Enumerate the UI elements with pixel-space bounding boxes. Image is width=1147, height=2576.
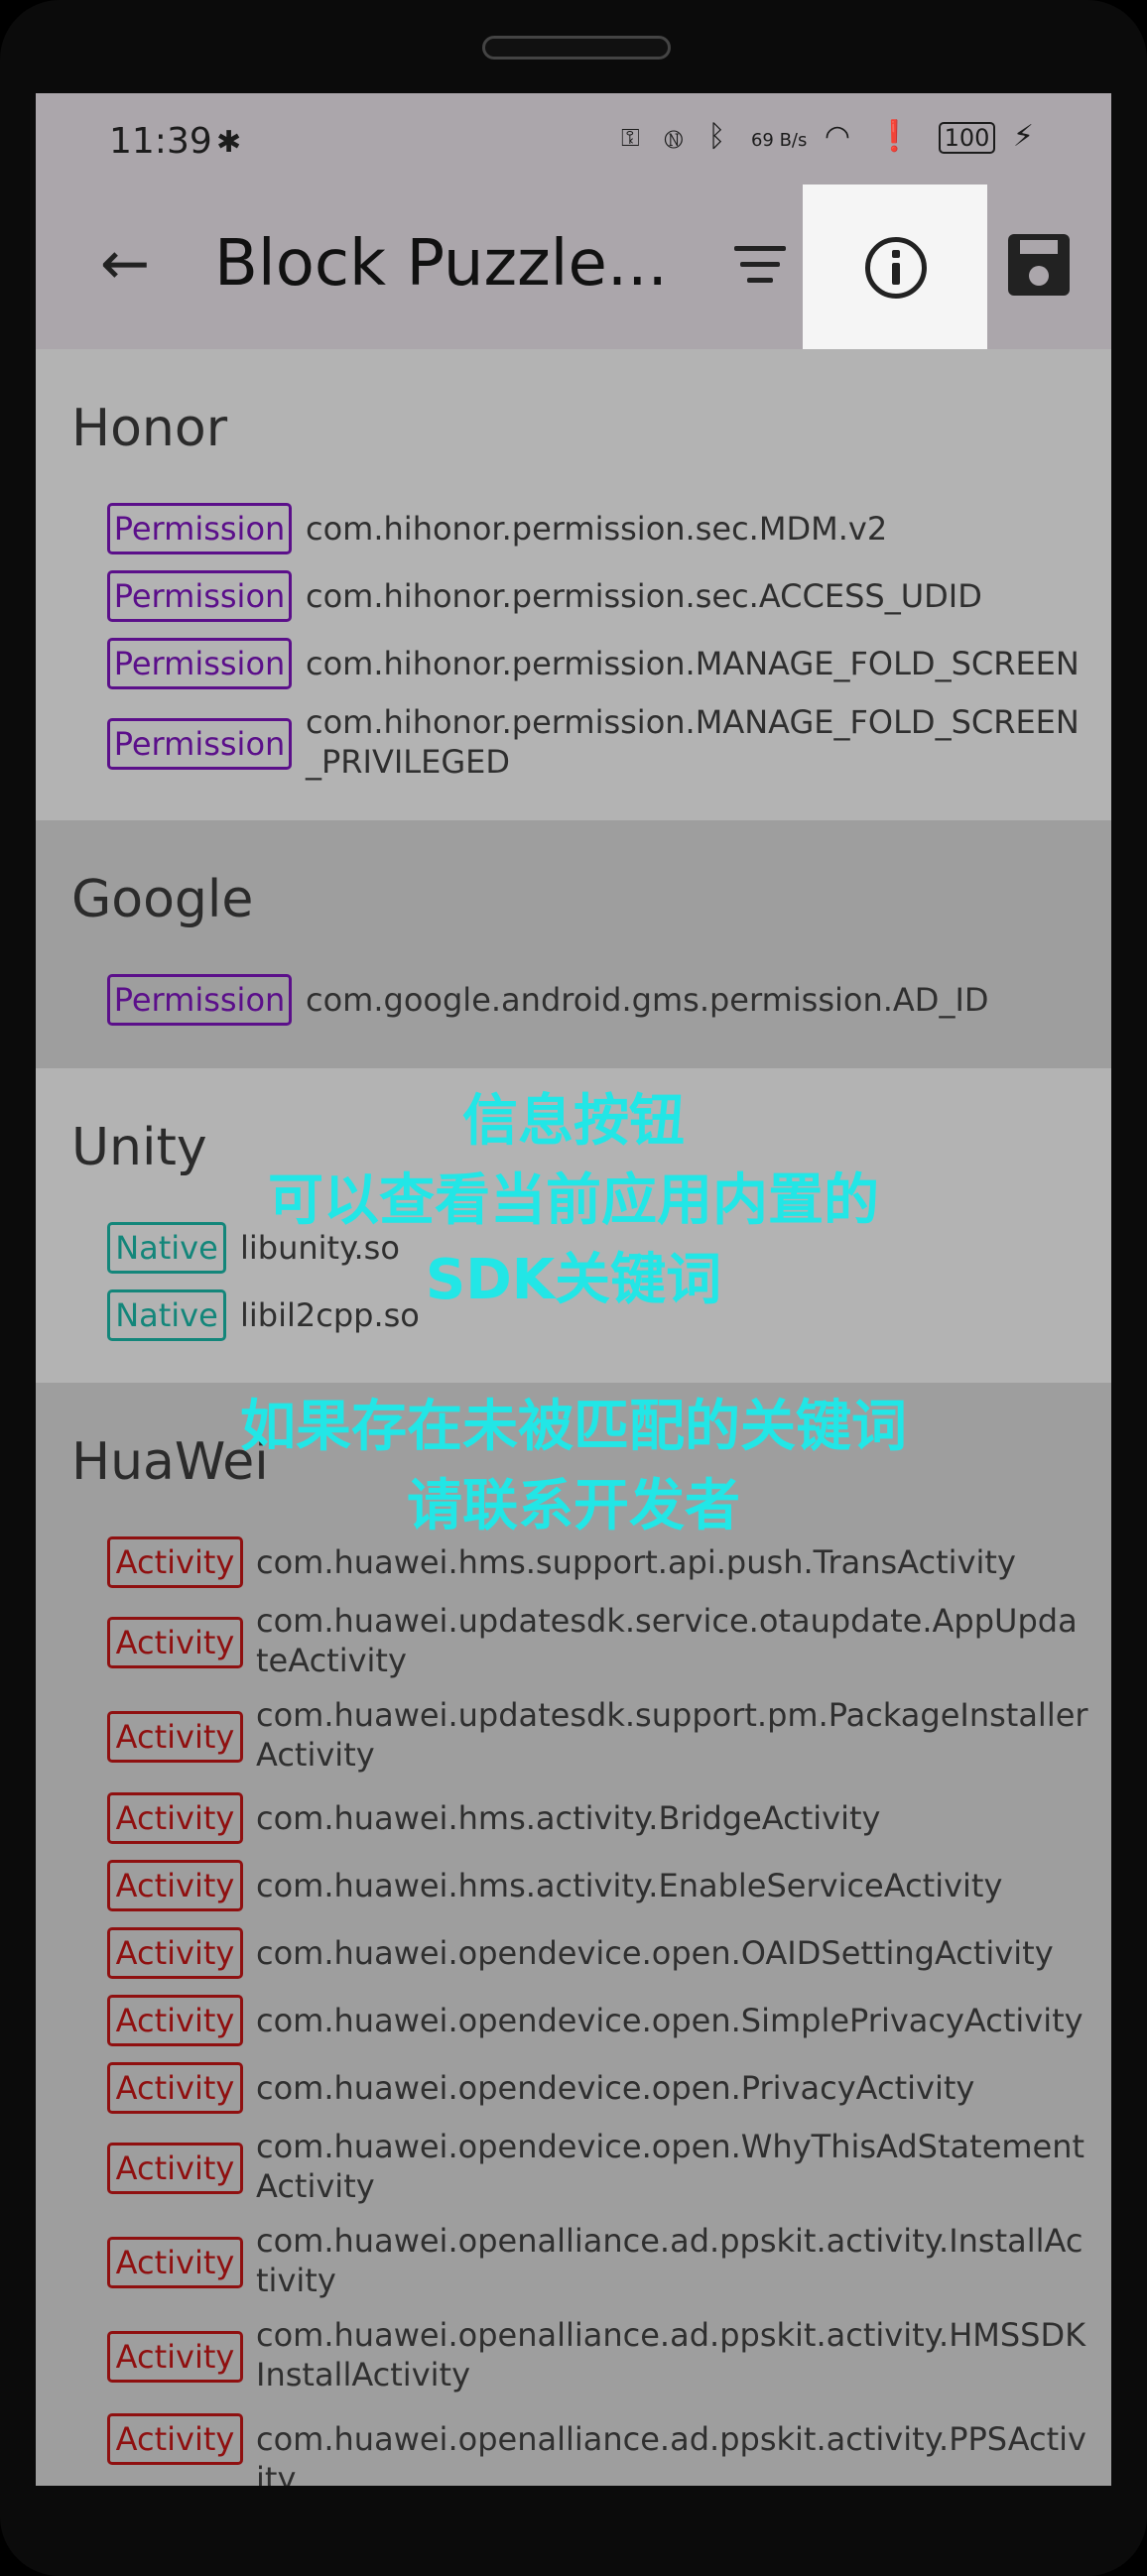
item-text: com.google.android.gms.permission.AD_ID	[306, 981, 989, 1019]
type-tag: Permission	[107, 570, 292, 622]
item-text: com.huawei.opendevice.open.PrivacyActivi…	[256, 2069, 975, 2107]
charging-icon: ⚡	[1012, 119, 1042, 154]
item-text: com.huawei.hms.support.api.push.TransAct…	[256, 1543, 1016, 1581]
section-huawei: HuaWei Activity com.huawei.hms.support.a…	[36, 1383, 1111, 2486]
filter-icon	[734, 246, 786, 251]
save-button[interactable]	[1008, 234, 1070, 296]
type-tag: Activity	[107, 1536, 243, 1588]
type-tag: Activity	[107, 1927, 243, 1979]
nfc-icon: Ⓝ	[664, 119, 691, 154]
key-icon: ⚿	[621, 119, 648, 154]
item-text: com.huawei.opendevice.open.SimplePrivacy…	[256, 2002, 1083, 2039]
item-text: com.huawei.hms.activity.BridgeActivity	[256, 1799, 881, 1837]
item-text: com.huawei.updatesdk.support.pm.PackageI…	[256, 1696, 1088, 1774]
info-button[interactable]	[803, 184, 987, 349]
item-text: com.hihonor.permission.MANAGE_FOLD_SCREE…	[306, 703, 1080, 781]
type-tag: Permission	[107, 718, 292, 770]
item-text: com.huawei.updatesdk.service.otaupdate.A…	[256, 1602, 1078, 1679]
type-tag: Activity	[107, 1617, 243, 1668]
section-google: Google Permission com.google.android.gms…	[36, 820, 1111, 1068]
type-tag: Permission	[107, 503, 292, 554]
type-tag: Activity	[107, 1792, 243, 1844]
section-title: Unity	[71, 1118, 207, 1177]
item-text: com.huawei.openalliance.ad.ppskit.activi…	[256, 2420, 1086, 2486]
filter-button[interactable]	[720, 224, 800, 304]
arrow-left-icon: ←	[99, 229, 151, 299]
network-speed: 69 B/s	[750, 130, 808, 151]
section-title: Honor	[71, 399, 228, 458]
puzzle-icon: ✱	[216, 125, 242, 160]
type-tag: Activity	[107, 2331, 243, 2383]
type-tag: Native	[107, 1289, 226, 1341]
type-tag: Native	[107, 1222, 226, 1274]
section-title: Google	[71, 870, 254, 929]
speaker-grille	[482, 36, 671, 60]
info-icon	[865, 237, 927, 299]
type-tag: Activity	[107, 2143, 243, 2194]
save-icon	[1008, 234, 1070, 296]
item-text: com.hihonor.permission.MANAGE_FOLD_SCREE…	[306, 645, 1080, 682]
item-text: com.hihonor.permission.sec.MDM.v2	[306, 510, 888, 548]
app-bar: ← Block Puzzle...	[36, 184, 1111, 349]
item-text: com.huawei.openalliance.ad.ppskit.activi…	[256, 2316, 1086, 2393]
status-time: 11:39	[109, 121, 212, 162]
type-tag: Permission	[107, 638, 292, 689]
alert-icon: ❗	[875, 119, 922, 154]
battery-level: 100	[938, 122, 996, 154]
item-text: libil2cpp.so	[240, 1296, 420, 1334]
item-text: com.huawei.opendevice.open.OAIDSettingAc…	[256, 1934, 1054, 1972]
type-tag: Activity	[107, 2413, 243, 2465]
status-bar: 11:39 ✱ ⚿ Ⓝ ᛒ 69 B/s ◠ ❗ 100 ⚡	[36, 93, 1111, 184]
app-title: Block Puzzle...	[214, 227, 668, 301]
item-text: com.huawei.openalliance.ad.ppskit.activi…	[256, 2222, 1083, 2299]
type-tag: Activity	[107, 1995, 243, 2046]
back-button[interactable]: ←	[85, 224, 165, 304]
type-tag: Permission	[107, 974, 292, 1026]
section-title: HuaWei	[71, 1432, 269, 1492]
bluetooth-icon: ᛒ	[707, 119, 734, 154]
screen: 11:39 ✱ ⚿ Ⓝ ᛒ 69 B/s ◠ ❗ 100 ⚡ ← Block P…	[36, 93, 1111, 2486]
section-unity: Unity Native libunity.so Native libil2cp…	[36, 1068, 1111, 1383]
type-tag: Activity	[107, 1711, 243, 1763]
status-icons: ⚿ Ⓝ ᛒ 69 B/s ◠ ❗ 100 ⚡	[621, 119, 1042, 154]
wifi-icon: ◠	[824, 119, 859, 154]
section-honor: Honor Permission com.hihonor.permission.…	[36, 349, 1111, 820]
item-text: com.huawei.hms.activity.EnableServiceAct…	[256, 1867, 1003, 1904]
type-tag: Activity	[107, 1860, 243, 1911]
item-text: com.hihonor.permission.sec.ACCESS_UDID	[306, 577, 982, 615]
type-tag: Activity	[107, 2237, 243, 2288]
item-text: com.huawei.opendevice.open.WhyThisAdStat…	[256, 2128, 1085, 2205]
type-tag: Activity	[107, 2062, 243, 2114]
phone-frame: 11:39 ✱ ⚿ Ⓝ ᛒ 69 B/s ◠ ❗ 100 ⚡ ← Block P…	[0, 0, 1147, 2576]
item-text: libunity.so	[240, 1229, 400, 1267]
